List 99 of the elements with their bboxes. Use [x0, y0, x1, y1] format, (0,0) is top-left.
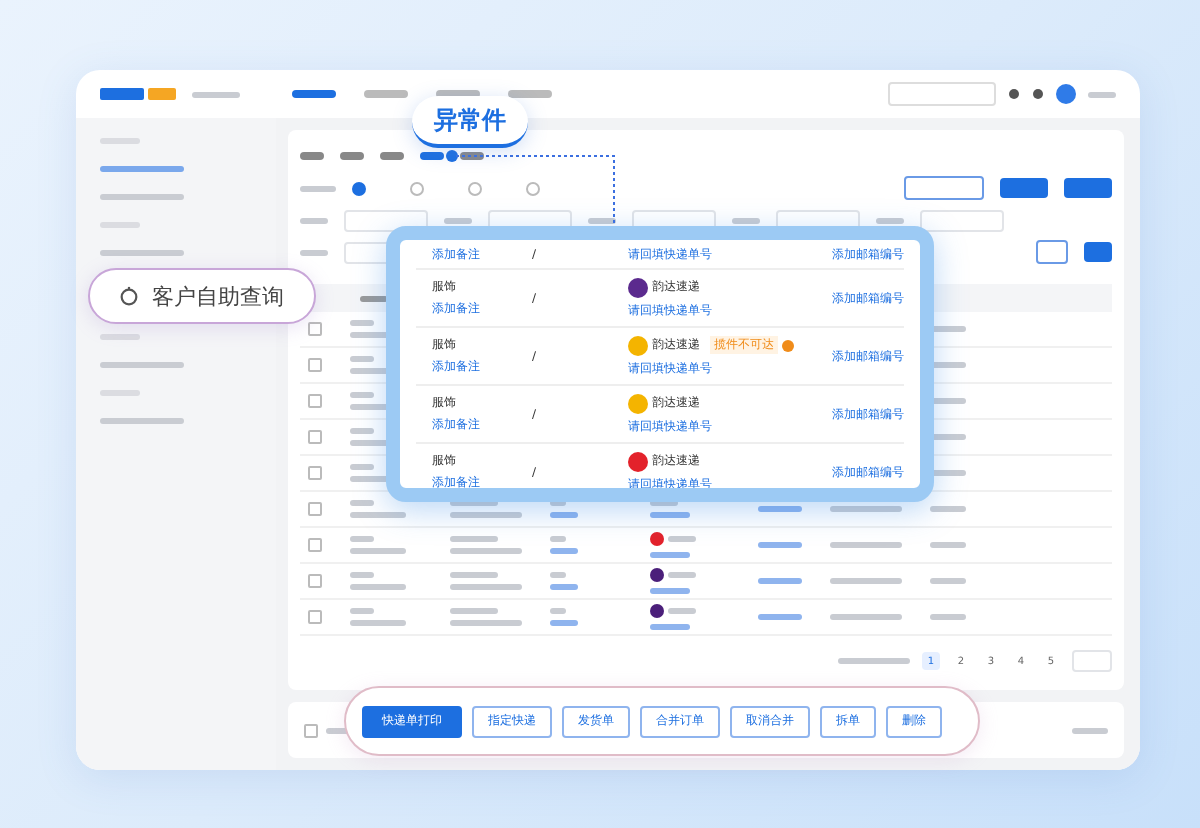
blurred-text — [838, 658, 910, 664]
blurred-text — [350, 548, 406, 554]
checkbox[interactable] — [308, 430, 322, 444]
blurred-text — [300, 217, 328, 223]
nav-tab[interactable] — [292, 90, 336, 98]
blurred-text — [668, 572, 696, 578]
checkbox[interactable] — [308, 574, 322, 588]
checkbox[interactable] — [308, 538, 322, 552]
blurred-text — [550, 572, 566, 578]
page-size-select[interactable] — [1072, 650, 1112, 672]
blurred-text — [550, 608, 566, 614]
logo-icon — [100, 86, 180, 102]
blurred-text — [450, 536, 498, 542]
blurred-text — [650, 588, 690, 594]
blurred-text — [192, 91, 240, 97]
blurred-text — [550, 536, 566, 542]
blurred-text — [350, 356, 374, 362]
dot-icon[interactable] — [1032, 88, 1044, 100]
checkbox[interactable] — [308, 322, 322, 336]
blurred-text — [350, 392, 374, 398]
checkbox[interactable] — [308, 394, 322, 408]
blurred-text — [100, 362, 184, 368]
checkbox[interactable] — [304, 723, 318, 737]
radio-button[interactable] — [468, 181, 482, 195]
blurred-text — [758, 542, 802, 548]
blurred-text — [300, 185, 336, 191]
blurred-text — [350, 320, 374, 326]
blurred-text — [450, 608, 498, 614]
blurred-text — [450, 512, 522, 518]
blurred-text — [1072, 727, 1108, 733]
checkbox[interactable] — [308, 502, 322, 516]
avatar-icon[interactable] — [1056, 84, 1076, 104]
warning-icon — [782, 339, 794, 351]
blurred-text — [450, 620, 522, 626]
select-field[interactable] — [888, 82, 996, 106]
blurred-text — [550, 548, 578, 554]
blurred-text — [450, 572, 498, 578]
blurred-text — [930, 506, 966, 512]
radio-button[interactable] — [352, 181, 366, 195]
checkbox[interactable] — [308, 466, 322, 480]
blurred-text — [350, 500, 374, 506]
primary-button[interactable] — [1084, 242, 1112, 262]
nav-tab[interactable] — [364, 90, 408, 98]
filter-tab[interactable] — [460, 152, 484, 160]
blurred-text — [930, 614, 966, 620]
blurred-text — [668, 608, 696, 614]
radio-button[interactable] — [526, 181, 540, 195]
filter-tab[interactable] — [420, 152, 444, 160]
blurred-text — [668, 536, 696, 542]
blurred-text — [100, 418, 184, 424]
blurred-text — [350, 512, 406, 518]
blurred-text — [650, 552, 690, 558]
blurred-text — [650, 624, 690, 630]
blurred-text — [350, 428, 374, 434]
blurred-text — [100, 194, 184, 200]
blurred-text — [930, 578, 966, 584]
self-service-button[interactable]: 客户自助查询 — [88, 268, 316, 324]
filter-tab[interactable] — [340, 152, 364, 160]
blurred-text — [360, 295, 388, 301]
blurred-text — [758, 506, 802, 512]
filter-tab[interactable] — [300, 152, 324, 160]
blurred-text — [450, 548, 522, 554]
blurred-text — [830, 506, 902, 512]
input-field[interactable] — [920, 209, 1004, 231]
filter-tab[interactable] — [380, 152, 404, 160]
blurred-text — [1088, 91, 1116, 97]
blurred-text — [350, 536, 374, 542]
radio-button[interactable] — [410, 181, 424, 195]
blurred-text — [100, 250, 184, 256]
blurred-text — [876, 217, 904, 223]
checkbox[interactable] — [308, 358, 322, 372]
blurred-text — [350, 608, 374, 614]
blurred-text — [930, 542, 966, 548]
blurred-text — [830, 614, 902, 620]
outline-button[interactable] — [904, 176, 984, 200]
blurred-text — [830, 542, 902, 548]
blurred-text — [588, 217, 616, 223]
outline-button[interactable] — [1036, 240, 1068, 264]
highlight-tab[interactable]: 异常件 — [412, 96, 528, 148]
blurred-text — [444, 217, 472, 223]
blurred-text — [650, 512, 690, 518]
blurred-text — [350, 464, 374, 470]
primary-button[interactable] — [1000, 178, 1048, 198]
blurred-text — [550, 584, 578, 590]
blurred-text — [550, 512, 578, 518]
primary-button[interactable] — [1064, 178, 1112, 198]
nav-tab[interactable] — [508, 90, 552, 98]
blurred-text — [350, 584, 406, 590]
blurred-text — [550, 620, 578, 626]
blurred-text — [350, 572, 374, 578]
blurred-text — [758, 614, 802, 620]
blurred-text — [100, 166, 184, 172]
blurred-text — [350, 620, 406, 626]
blurred-text — [758, 578, 802, 584]
blurred-text — [300, 249, 328, 255]
blurred-text — [732, 217, 760, 223]
blurred-text — [450, 584, 522, 590]
checkbox[interactable] — [308, 610, 322, 624]
blurred-text — [830, 578, 902, 584]
